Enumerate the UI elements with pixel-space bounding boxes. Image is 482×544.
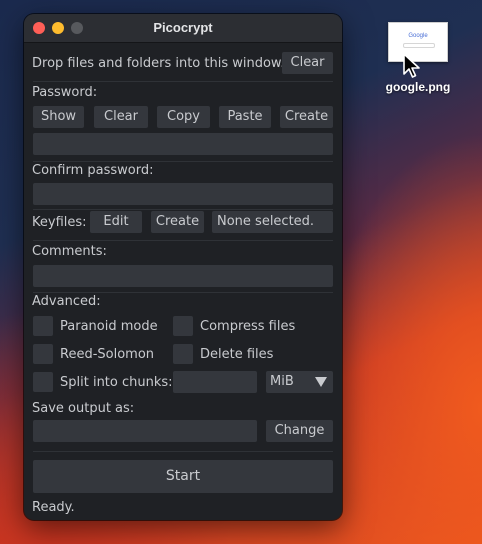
window-title: Picocrypt <box>153 20 213 35</box>
divider <box>33 240 333 241</box>
chunk-size-input[interactable] <box>173 371 257 393</box>
status-text: Ready. <box>32 500 75 515</box>
paste-password-button[interactable]: Paste <box>219 106 271 128</box>
start-button[interactable]: Start <box>33 460 333 493</box>
thumbnail-google-logo: Google <box>408 33 428 39</box>
divider <box>33 451 333 452</box>
advanced-label: Advanced: <box>32 294 101 309</box>
title-bar[interactable]: Picocrypt <box>24 14 342 43</box>
create-password-button[interactable]: Create <box>280 106 333 128</box>
chunk-unit-select[interactable]: MiB <box>266 371 333 393</box>
divider <box>33 209 333 210</box>
password-label: Password: <box>32 85 98 100</box>
divider <box>33 81 333 82</box>
create-keyfile-button[interactable]: Create <box>151 211 204 233</box>
comments-label: Comments: <box>32 244 107 259</box>
picocrypt-window: Picocrypt Drop files and folders into th… <box>24 14 342 520</box>
divider <box>33 161 333 162</box>
save-output-label: Save output as: <box>32 401 135 416</box>
split-chunks-checkbox[interactable] <box>33 372 53 392</box>
clear-files-button[interactable]: Clear <box>282 52 333 74</box>
password-input[interactable] <box>33 133 333 155</box>
chunk-unit-value: MiB <box>270 374 294 389</box>
show-password-button[interactable]: Show <box>33 106 84 128</box>
reed-solomon-checkbox[interactable] <box>33 344 53 364</box>
delete-files-checkbox[interactable] <box>173 344 193 364</box>
copy-password-button[interactable]: Copy <box>157 106 210 128</box>
confirm-password-label: Confirm password: <box>32 163 154 178</box>
thumbnail-search-box <box>403 43 435 48</box>
divider <box>33 292 333 293</box>
edit-keyfiles-button[interactable]: Edit <box>90 211 142 233</box>
cursor-icon <box>403 53 420 78</box>
dropdown-arrow-icon <box>315 377 327 387</box>
confirm-password-input[interactable] <box>33 183 333 205</box>
paranoid-mode-label: Paranoid mode <box>60 319 158 334</box>
reed-solomon-label: Reed-Solomon <box>60 347 155 362</box>
paranoid-mode-checkbox[interactable] <box>33 316 53 336</box>
keyfiles-status: None selected. <box>212 211 333 233</box>
split-chunks-label: Split into chunks: <box>60 375 173 390</box>
desktop-file-label: google.png <box>385 80 451 94</box>
clear-password-button[interactable]: Clear <box>94 106 148 128</box>
keyfiles-label: Keyfiles: <box>32 215 87 230</box>
compress-files-checkbox[interactable] <box>173 316 193 336</box>
drop-instructions: Drop files and folders into this window. <box>32 56 285 71</box>
save-output-path[interactable] <box>33 420 257 442</box>
comments-input[interactable] <box>33 265 333 287</box>
delete-files-label: Delete files <box>200 347 274 362</box>
compress-files-label: Compress files <box>200 319 296 334</box>
change-output-button[interactable]: Change <box>266 420 333 442</box>
